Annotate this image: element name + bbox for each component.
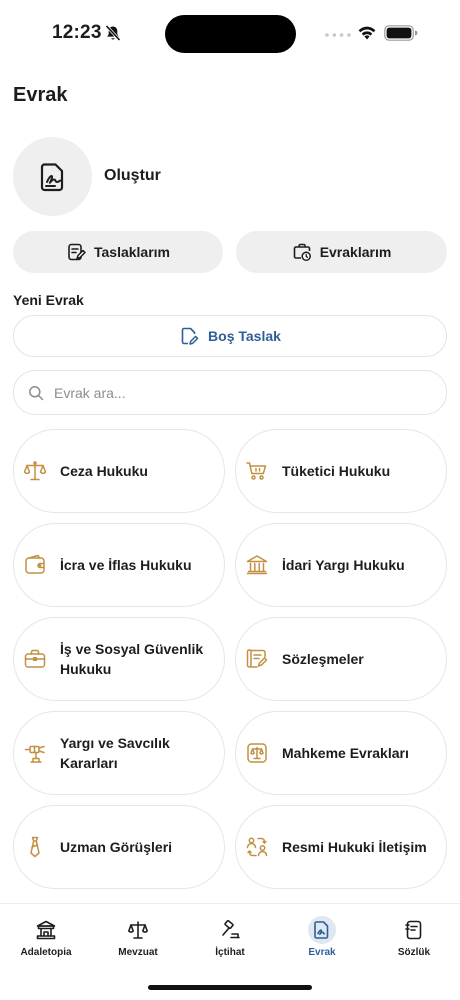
page-title: Evrak	[13, 84, 68, 106]
search-icon	[29, 385, 44, 400]
tab-label: Evrak	[308, 947, 336, 958]
briefcase-clock-icon	[293, 243, 311, 262]
category-label: Mahkeme Evrakları	[282, 745, 409, 761]
court-document-icon	[247, 743, 267, 763]
category-icra-ve-iflas-hukuku[interactable]: İcra ve İflas Hukuku	[13, 523, 225, 607]
edit-note-icon	[68, 243, 86, 261]
scales-icon	[23, 461, 47, 481]
category-label: İdari Yargı Hukuku	[282, 557, 405, 573]
cart-icon	[246, 462, 267, 480]
tab-evrak[interactable]: Evrak	[282, 916, 362, 958]
temple-icon	[36, 920, 56, 940]
tab-sozluk[interactable]: Sözlük	[374, 916, 454, 958]
category-label: Yargı ve Savcılık Kararları	[60, 735, 170, 771]
communication-icon	[246, 837, 268, 857]
document-sign-icon	[314, 921, 329, 939]
status-time: 12:23	[52, 22, 102, 43]
tab-mevzuat[interactable]: Mevzuat	[98, 916, 178, 958]
drafts-label: Taslaklarım	[93, 244, 170, 260]
blank-document-edit-icon	[181, 327, 199, 345]
wifi-icon	[358, 26, 376, 40]
search-bar[interactable]	[13, 370, 447, 415]
category-label: İcra ve İflas Hukuku	[60, 557, 192, 573]
blank-draft-button[interactable]: Boş Taslak	[13, 315, 447, 357]
blank-draft-label: Boş Taslak	[208, 328, 281, 344]
category-yargi-ve-savcilik-kararlari[interactable]: Yargı ve Savcılık Kararları	[13, 711, 225, 795]
create-label: Oluştur	[104, 167, 161, 184]
category-grid: Ceza Hukuku Tüketici Hukuku İcra ve İfla…	[13, 429, 447, 889]
category-label: Resmi Hukuki İletişim	[282, 839, 427, 855]
search-input[interactable]	[54, 384, 414, 401]
documents-button[interactable]: Evraklarım	[236, 231, 447, 273]
gavel-icon	[24, 745, 45, 763]
building-icon	[246, 555, 268, 575]
briefcase-icon	[24, 649, 46, 668]
category-label: Ceza Hukuku	[60, 463, 148, 479]
tab-ictihat[interactable]: İçtihat	[190, 916, 270, 958]
home-indicator	[148, 985, 312, 990]
category-uzman-gorusleri[interactable]: Uzman Görüşleri	[13, 805, 225, 889]
tie-icon	[30, 836, 40, 858]
category-tuketici-hukuku[interactable]: Tüketici Hukuku	[235, 429, 447, 513]
tab-label: Adaletopia	[20, 947, 72, 958]
category-ceza-hukuku[interactable]: Ceza Hukuku	[13, 429, 225, 513]
category-idari-yargi-hukuku[interactable]: İdari Yargı Hukuku	[235, 523, 447, 607]
category-is-ve-sosyal-guvenlik-hukuku[interactable]: İş ve Sosyal Güvenlik Hukuku	[13, 617, 225, 701]
create-icon-circle	[13, 136, 92, 216]
category-label: İş ve Sosyal Güvenlik Hukuku	[60, 641, 204, 677]
tab-adaletopia[interactable]: Adaletopia	[6, 916, 86, 958]
create-document-button[interactable]: Oluştur	[13, 136, 161, 216]
wallet-icon	[25, 554, 45, 574]
dynamic-island	[165, 15, 296, 53]
signal-dots-icon	[325, 33, 351, 37]
category-label: Uzman Görüşleri	[60, 839, 173, 855]
tab-label: Mevzuat	[118, 947, 158, 958]
category-resmi-hukuki-iletisim[interactable]: Resmi Hukuki İletişim	[235, 805, 447, 889]
tab-label: İçtihat	[215, 947, 245, 958]
category-mahkeme-evraklari[interactable]: Mahkeme Evrakları	[235, 711, 447, 795]
category-sozlesmeler[interactable]: Sözleşmeler	[235, 617, 447, 701]
new-document-section-label: Yeni Evrak	[13, 292, 84, 308]
bell-slash-icon	[105, 24, 121, 42]
category-label: Tüketici Hukuku	[282, 463, 391, 479]
tab-label: Sözlük	[397, 947, 431, 958]
category-label: Sözleşmeler	[282, 651, 364, 667]
battery-icon	[384, 25, 418, 41]
status-bar: 12:23	[0, 0, 460, 68]
drafts-button[interactable]: Taslaklarım	[13, 231, 223, 273]
dictionary-icon	[405, 920, 422, 940]
documents-label: Evraklarım	[319, 244, 392, 260]
gavel-icon	[222, 919, 240, 939]
contract-icon	[246, 649, 268, 668]
scales-icon	[128, 921, 148, 939]
document-sign-icon	[40, 163, 63, 192]
